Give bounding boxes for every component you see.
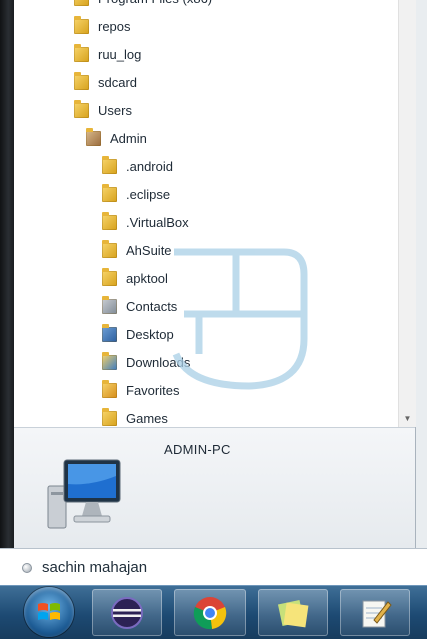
folder-icon [102,183,117,202]
tree-item-label: Program Files (x86) [98,0,212,6]
computer-name: ADMIN-PC [164,442,231,457]
folder-icon [74,43,89,62]
tree-item-label: .eclipse [126,186,171,202]
taskbar-eclipse-button[interactable] [92,589,162,636]
tree-item-label: Users [98,102,132,118]
user-name: sachin mahajan [42,559,148,576]
folder-icon [74,15,89,34]
folder-icon [102,239,117,258]
tree-item-label: Admin [110,130,147,146]
tree-item[interactable]: Favorites [102,379,179,401]
tree-item[interactable]: Users [74,99,132,121]
tree-item-label: repos [98,18,131,34]
folder-icon [102,155,117,174]
downloads-folder-icon [102,351,117,370]
tree-item-label: AhSuite [126,242,172,258]
tree-item-label: sdcard [98,74,138,90]
folder-icon [102,211,117,230]
computer-panel: ADMIN-PC [14,427,415,549]
tree-scrollbar[interactable]: ▼ [398,0,416,427]
tree-item[interactable]: Games [102,407,168,427]
tree-item[interactable]: sdcard [74,71,137,93]
window-left-frame [0,0,14,548]
tree-item-label: Downloads [126,354,191,370]
tree-item[interactable]: repos [74,15,131,37]
tree-item-label: Favorites [126,382,180,398]
window-right-edge [415,0,427,548]
taskbar-notepad-button[interactable] [340,589,410,636]
desktop-folder-icon [102,323,117,342]
tree-item[interactable]: .VirtualBox [102,211,189,233]
chrome-icon [193,596,227,629]
tree-item-label: ruu_log [98,46,142,62]
tree-item[interactable]: Contacts [102,295,177,317]
tree-item[interactable]: AhSuite [102,239,172,261]
tree-item-label: .VirtualBox [126,214,189,230]
tree-item-label: apktool [126,270,168,286]
taskbar-sticky-notes-button[interactable] [258,589,328,636]
scroll-down-arrow-icon[interactable]: ▼ [399,410,416,427]
folder-icon [102,407,117,426]
tree-item-label: Games [126,410,168,426]
tree-item[interactable]: ruu_log [74,43,141,65]
tree-item[interactable]: .eclipse [102,183,170,205]
sticky-notes-icon [277,599,309,627]
tree-item[interactable]: Program Files (x86) [74,0,212,9]
taskbar [0,585,427,639]
explorer-window: Program Files (x86) repos ruu_logsdcard Use… [14,0,416,549]
eclipse-icon [111,596,143,629]
tree-item[interactable]: Admin [86,127,147,149]
taskbar-chrome-button[interactable] [174,589,246,636]
folder-icon [102,267,117,286]
computer-monitor-icon[interactable] [46,456,126,532]
user-bar[interactable]: sachin mahajan [0,548,427,586]
tree-item[interactable]: Downloads [102,351,190,373]
folder-icon [74,71,89,90]
tree-item[interactable]: apktool [102,267,168,289]
favorites-folder-icon [102,379,117,398]
tree-item-label: Contacts [126,298,178,314]
user-folder-icon [86,127,101,146]
tree-item[interactable]: .android [102,155,173,177]
folder-tree: Program Files (x86) repos ruu_logsdcard Use… [14,0,398,427]
tree-item-label: Desktop [126,326,174,342]
start-button[interactable] [24,587,74,637]
folder-icon [74,99,89,118]
folder-icon [74,0,89,6]
windows-orb-icon [38,603,60,620]
contacts-folder-icon [102,295,117,314]
tree-item[interactable]: Desktop [102,323,174,345]
tree-item-label: .android [126,158,173,174]
user-status-dot-icon [22,562,32,573]
notepad-icon [362,600,392,627]
